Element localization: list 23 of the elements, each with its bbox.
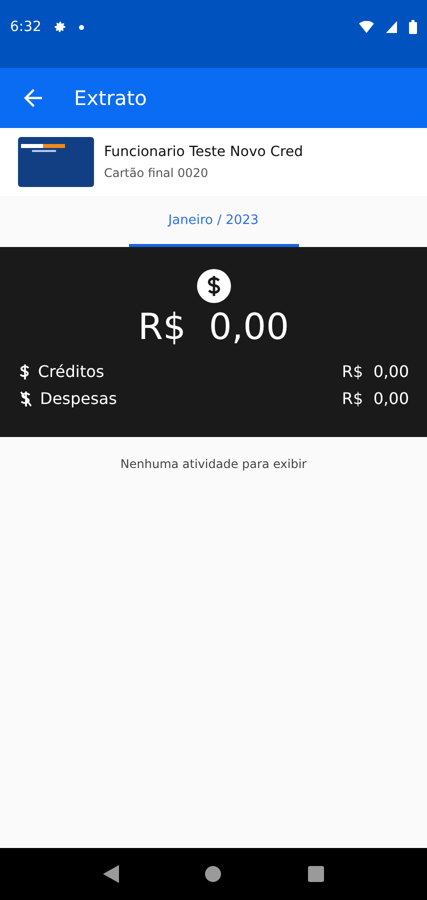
dollar-sign-icon — [20, 364, 30, 380]
account-name: Funcionario Teste Novo Cred — [104, 144, 303, 160]
recents-square-icon[interactable] — [308, 866, 324, 882]
summary-amount: R$ 0,00 — [342, 389, 409, 408]
dollar-icon — [196, 269, 230, 303]
no-dollar-icon — [20, 390, 32, 406]
card-icon — [18, 137, 94, 187]
wifi-icon — [359, 21, 374, 33]
card-number: Cartão final 0020 — [104, 166, 210, 180]
gear-icon — [53, 20, 68, 34]
screen-title: Extrato — [74, 86, 147, 110]
status-time: 6:32 — [10, 19, 42, 35]
empty-message: Nenhuma atividade para exibir — [120, 457, 307, 473]
dot-icon — [79, 24, 84, 30]
battery-icon — [409, 20, 417, 34]
summary-label: Despesas — [40, 389, 117, 408]
summary-label: Créditos — [38, 362, 104, 381]
back-arrow-icon[interactable] — [24, 89, 42, 107]
summary-amount: R$ 0,00 — [342, 362, 409, 381]
home-circle-icon[interactable] — [205, 866, 222, 882]
balance-amount: R$ 0,00 — [138, 307, 289, 348]
back-triangle-icon[interactable] — [103, 865, 120, 883]
signal-icon — [386, 21, 397, 33]
